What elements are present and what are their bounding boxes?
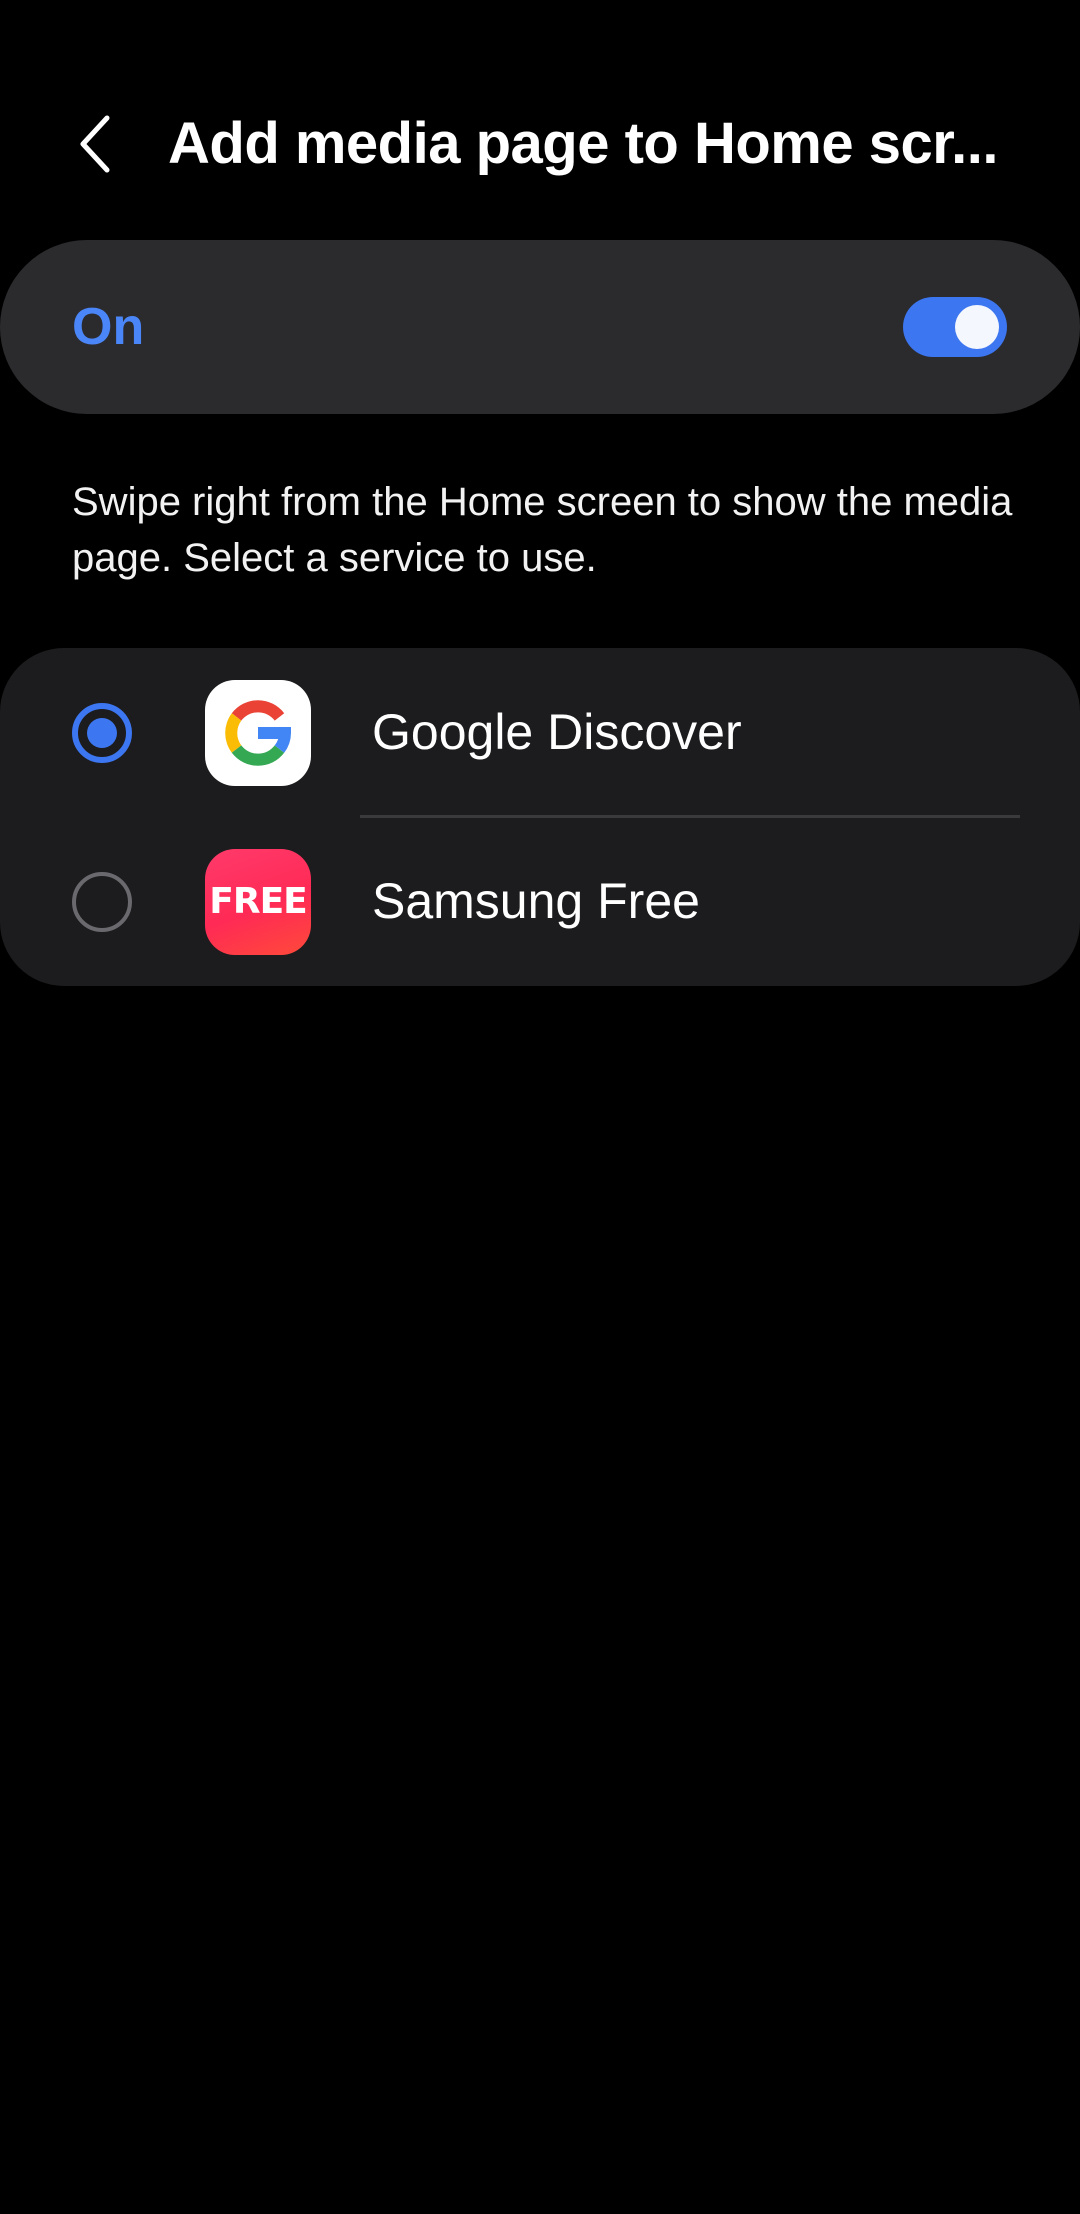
- page-title: Add media page to Home scr...: [168, 111, 998, 176]
- radio-button-google-discover[interactable]: [72, 703, 132, 763]
- service-row-google-discover[interactable]: Google Discover: [0, 648, 1080, 818]
- service-label-google-discover: Google Discover: [372, 704, 742, 760]
- description-text: Swipe right from the Home screen to show…: [72, 480, 1013, 580]
- master-switch-label: On: [72, 298, 145, 356]
- app-bar: Add media page to Home scr...: [0, 0, 1080, 240]
- service-list: Google Discover FREE Samsung Free: [0, 648, 1080, 986]
- samsung-free-icon: FREE: [205, 849, 311, 955]
- google-icon: [205, 680, 311, 786]
- back-button[interactable]: [60, 104, 130, 184]
- chevron-left-icon: [80, 115, 110, 173]
- master-toggle-switch[interactable]: [903, 297, 1007, 357]
- toggle-knob: [955, 305, 999, 349]
- service-label-samsung-free: Samsung Free: [372, 873, 700, 929]
- master-switch-row[interactable]: On: [0, 240, 1080, 414]
- service-row-samsung-free[interactable]: FREE Samsung Free: [0, 817, 1080, 986]
- radio-button-samsung-free[interactable]: [72, 872, 132, 932]
